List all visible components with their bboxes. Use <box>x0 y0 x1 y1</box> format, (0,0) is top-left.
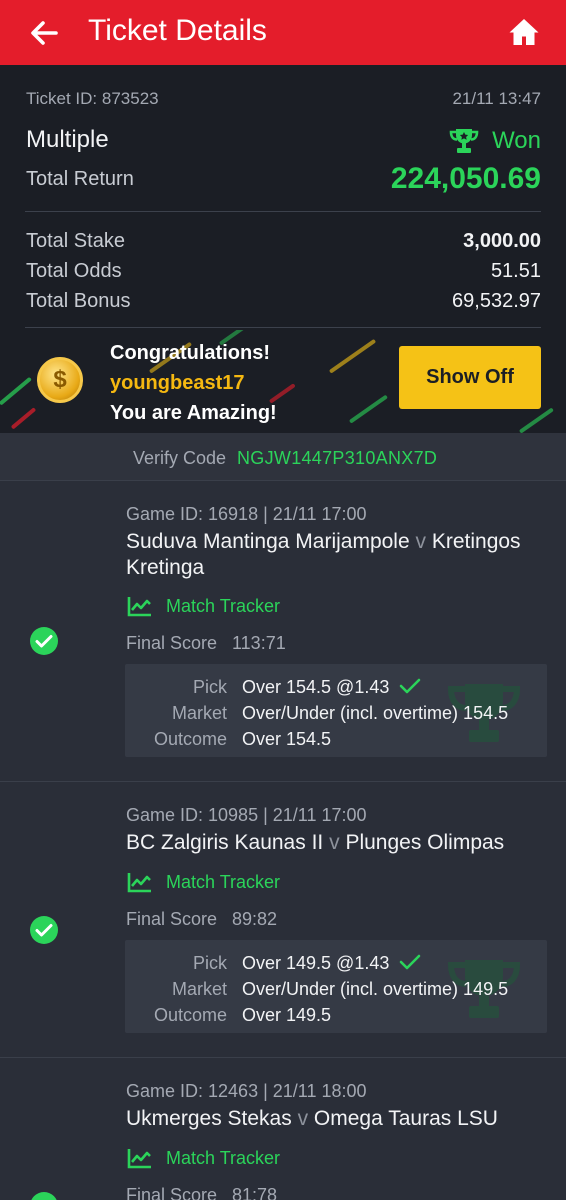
confetti-streak <box>10 407 37 430</box>
check-circle-icon <box>31 1192 57 1200</box>
confetti-streak <box>348 394 389 424</box>
home-team: BC Zalgiris Kaunas II <box>126 831 324 854</box>
versus-label: v <box>329 831 340 854</box>
coin-icon: $ <box>37 357 83 403</box>
game-id-date: Game ID: 16918 | 21/11 17:00 <box>126 504 367 524</box>
outcome-label: Outcome <box>153 1005 227 1025</box>
total-stake-label: Total Stake <box>26 230 125 252</box>
selection-details: Pick Over 154.5 @1.43 Market Over/Under … <box>125 664 547 757</box>
away-team: Plunges Olimpas <box>345 831 505 854</box>
confetti-streak <box>328 338 377 374</box>
bet-type: Multiple <box>26 126 109 153</box>
final-score-label: Final Score <box>126 909 218 929</box>
total-bonus-value: 69,532.97 <box>452 290 541 312</box>
final-score-label: Final Score <box>126 633 218 653</box>
ticket-date: 21/11 13:47 <box>452 89 541 108</box>
chart-icon[interactable] <box>127 1147 153 1169</box>
market-value: Over/Under (incl. overtime) 154.5 <box>242 703 509 723</box>
confetti-streak <box>518 407 554 433</box>
final-score-value: 113:71 <box>232 633 286 653</box>
confetti-streak <box>268 383 296 404</box>
divider <box>25 327 541 328</box>
game-card: Game ID: 10985 | 21/11 17:00 BC Zalgiris… <box>0 781 566 1057</box>
coin-symbol: $ <box>53 366 67 393</box>
pick-value: Over 149.5 @1.43 <box>242 953 390 973</box>
game-id-date: Game ID: 10985 | 21/11 17:00 <box>126 805 367 825</box>
pick-label: Pick <box>192 953 227 973</box>
congrats-banner: $ Congratulations! youngbeast17 You are … <box>0 330 566 433</box>
chart-icon[interactable] <box>127 595 153 617</box>
market-label: Market <box>171 979 227 999</box>
home-icon[interactable] <box>508 16 540 48</box>
game-id-date: Game ID: 12463 | 21/11 18:00 <box>126 1081 367 1101</box>
amazing-text: You are Amazing! <box>110 402 277 424</box>
outcome-label: Outcome <box>153 729 227 749</box>
versus-label: v <box>415 530 427 553</box>
pick-value: Over 154.5 @1.43 <box>242 677 390 697</box>
show-off-button[interactable]: Show Off <box>399 346 541 409</box>
home-team: Ukmerges Stekas <box>126 1107 292 1130</box>
market-label: Market <box>171 703 227 723</box>
checkmark-icon <box>399 954 421 970</box>
congrats-text: Congratulations! <box>110 342 270 364</box>
game-card: Game ID: 12463 | 21/11 18:00 Ukmerges St… <box>0 1057 566 1200</box>
home-team: Suduva Mantinga Marijampole <box>126 530 410 553</box>
verify-code-bar: Verify Code NGJW1447P310ANX7D <box>0 433 566 480</box>
verify-code-value[interactable]: NGJW1447P310ANX7D <box>237 448 437 469</box>
game-teams: BC Zalgiris Kaunas II v Plunges Olimpas <box>126 830 546 856</box>
trophy-icon <box>449 129 479 153</box>
match-tracker-link[interactable]: Match Tracker <box>166 872 280 893</box>
match-tracker-link[interactable]: Match Tracker <box>166 1148 280 1169</box>
versus-label: v <box>297 1107 309 1130</box>
checkmark-icon <box>399 678 421 694</box>
game-teams: Ukmerges Stekas v Omega Tauras LSU <box>126 1106 546 1132</box>
outcome-value: Over 149.5 <box>242 1005 332 1025</box>
ticket-summary: Ticket ID: 873523 21/11 13:47 Multiple W… <box>0 65 566 330</box>
check-circle-icon <box>30 916 58 944</box>
market-value: Over/Under (incl. overtime) 149.5 <box>242 979 509 999</box>
chart-icon[interactable] <box>127 871 153 893</box>
ticket-id: Ticket ID: 873523 <box>26 89 159 108</box>
check-circle-icon <box>30 627 58 655</box>
total-bonus-label: Total Bonus <box>26 290 131 312</box>
verify-code-label: Verify Code <box>133 448 227 468</box>
total-stake-value: 3,000.00 <box>463 230 541 252</box>
game-card: Game ID: 16918 | 21/11 17:00 Suduva Mant… <box>0 480 566 781</box>
back-arrow-icon[interactable] <box>28 17 60 49</box>
total-return-value: 224,050.69 <box>390 162 541 195</box>
pick-label: Pick <box>192 677 227 697</box>
match-tracker-link[interactable]: Match Tracker <box>166 596 280 617</box>
total-odds-label: Total Odds <box>26 260 122 282</box>
away-team: Omega Tauras LSU <box>313 1107 498 1130</box>
final-score-value: 81:78 <box>232 1185 278 1200</box>
selection-details: Pick Over 149.5 @1.43 Market Over/Under … <box>125 940 547 1033</box>
outcome-value: Over 154.5 <box>242 729 332 749</box>
ticket-status: Won <box>492 127 541 154</box>
total-odds-value: 51.51 <box>490 260 541 282</box>
username: youngbeast17 <box>110 372 245 394</box>
app-header: Ticket Details <box>0 0 566 65</box>
page-title: Ticket Details <box>88 14 267 47</box>
total-return-label: Total Return <box>26 168 134 190</box>
final-score-value: 89:82 <box>232 909 278 929</box>
confetti-streak <box>0 376 32 406</box>
game-teams: Suduva Mantinga Marijampole v Kretingos … <box>126 529 546 581</box>
final-score-label: Final Score <box>126 1185 218 1200</box>
divider <box>25 211 541 212</box>
